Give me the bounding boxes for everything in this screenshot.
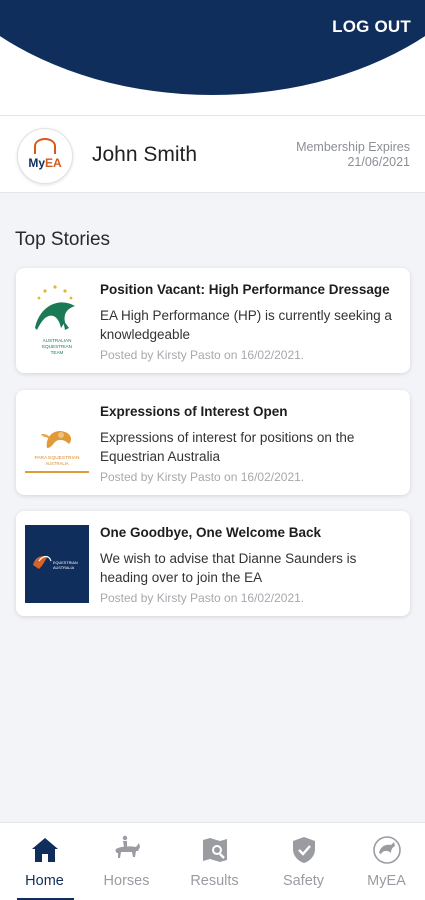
thumb-caption-line: EQUESTRIAN [53, 561, 78, 565]
results-icon [199, 835, 231, 865]
thumb-caption-line: EQUESTRIAN [42, 344, 72, 349]
avatar-logo-prefix: My [28, 156, 45, 170]
header: LOG OUT [0, 0, 425, 115]
tab-label: Home [25, 873, 64, 889]
membership-expiry: Membership Expires 21/06/2021 [296, 140, 410, 170]
home-icon [29, 835, 61, 865]
story-meta: Posted by Kirsty Pasto on 16/02/2021. [100, 591, 305, 605]
story-title: Expressions of Interest Open [100, 404, 288, 419]
story-meta: Posted by Kirsty Pasto on 16/02/2021. [100, 470, 305, 484]
avatar[interactable]: MyEA [17, 128, 73, 184]
tab-myea[interactable]: MyEA [344, 823, 425, 900]
bottom-tab-bar: Home Horses Results Safety MyEA [0, 822, 425, 900]
equestrian-australia-logo: EQUESTRIAN AUSTRALIA [25, 525, 89, 603]
tab-label: Safety [282, 873, 325, 889]
story-meta: Posted by Kirsty Pasto on 16/02/2021. [100, 348, 305, 362]
avatar-logo-text: MyEA [28, 156, 61, 170]
para-equestrian-australia-logo: PARA EQUESTRIAN AUSTRALIA [25, 404, 89, 482]
story-title: Position Vacant: High Performance Dressa… [100, 282, 390, 297]
tab-label: Results [190, 873, 239, 889]
myea-logo-arc [34, 138, 56, 154]
tab-safety[interactable]: Safety [261, 823, 346, 900]
tab-label: Horses [103, 873, 150, 889]
story-card[interactable]: EQUESTRIAN AUSTRALIA One Goodbye, One We… [16, 511, 410, 616]
tab-horses[interactable]: Horses [84, 823, 169, 900]
section-title: Top Stories [15, 229, 111, 250]
tab-home[interactable]: Home [2, 823, 87, 900]
story-excerpt: Expressions of interest for positions on… [100, 430, 355, 464]
myea-icon [371, 835, 403, 865]
thumb-caption-line: AUSTRALIAN [43, 338, 72, 343]
safety-shield-icon [288, 835, 320, 865]
header-arc [0, 0, 425, 95]
story-excerpt: We wish to advise that Dianne Saunders i… [100, 551, 357, 585]
thumb-caption-line: AUSTRALIA [53, 566, 75, 570]
story-excerpt: EA High Performance (HP) is currently se… [100, 308, 392, 342]
membership-label: Membership Expires [296, 140, 410, 154]
story-card[interactable]: PARA EQUESTRIAN AUSTRALIA Expressions of… [16, 390, 410, 495]
tab-label: MyEA [367, 873, 406, 889]
profile-card: MyEA John Smith Membership Expires 21/06… [0, 115, 425, 193]
user-name: John Smith [92, 143, 198, 166]
story-title: One Goodbye, One Welcome Back [100, 525, 322, 540]
australian-equestrian-team-logo: AUSTRALIAN EQUESTRIAN TEAM [25, 282, 89, 360]
avatar-logo-suffix: EA [45, 156, 62, 170]
logout-button[interactable]: LOG OUT [332, 17, 411, 37]
horse-rider-icon [111, 835, 143, 865]
membership-date: 21/06/2021 [347, 155, 410, 169]
story-card[interactable]: AUSTRALIAN EQUESTRIAN TEAM Position Vaca… [16, 268, 410, 373]
tab-results[interactable]: Results [172, 823, 257, 900]
thumb-caption-line: AUSTRALIA [45, 461, 68, 466]
thumb-caption-line: TEAM [51, 350, 64, 355]
